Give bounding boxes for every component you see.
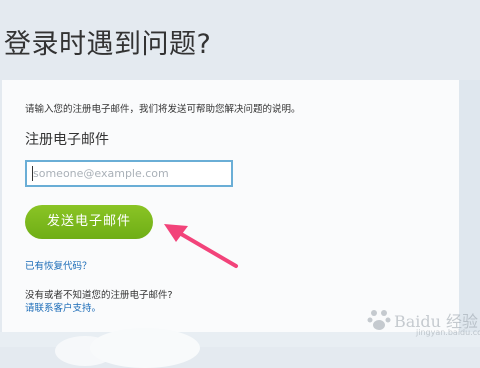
instructions-text: 请输入您的注册电子邮件，我们将发送可帮助您解决问题的说明。 bbox=[25, 104, 301, 115]
bottom-decoration bbox=[90, 328, 200, 368]
send-email-button[interactable]: 发送电子邮件 bbox=[25, 205, 153, 239]
contact-support-link[interactable]: 请联系客户支持。 bbox=[25, 300, 101, 314]
page-title: 登录时遇到问题? bbox=[4, 29, 212, 60]
email-label: 注册电子邮件 bbox=[25, 132, 109, 148]
text-caret bbox=[32, 166, 33, 181]
unknown-email-text: 没有或者不知道您的注册电子邮件? bbox=[25, 290, 173, 301]
paw-icon bbox=[367, 310, 391, 330]
email-field[interactable] bbox=[25, 160, 233, 187]
pointer-arrow-icon bbox=[164, 224, 238, 268]
watermark-subtext: jingyan.baidu.com bbox=[416, 328, 480, 337]
right-strip bbox=[459, 80, 480, 332]
recovery-code-link[interactable]: 已有恢复代码？ bbox=[25, 258, 92, 272]
email-input[interactable] bbox=[27, 162, 231, 185]
baidu-watermark: Baidu 经验 jingyan.baidu.com bbox=[366, 304, 480, 340]
